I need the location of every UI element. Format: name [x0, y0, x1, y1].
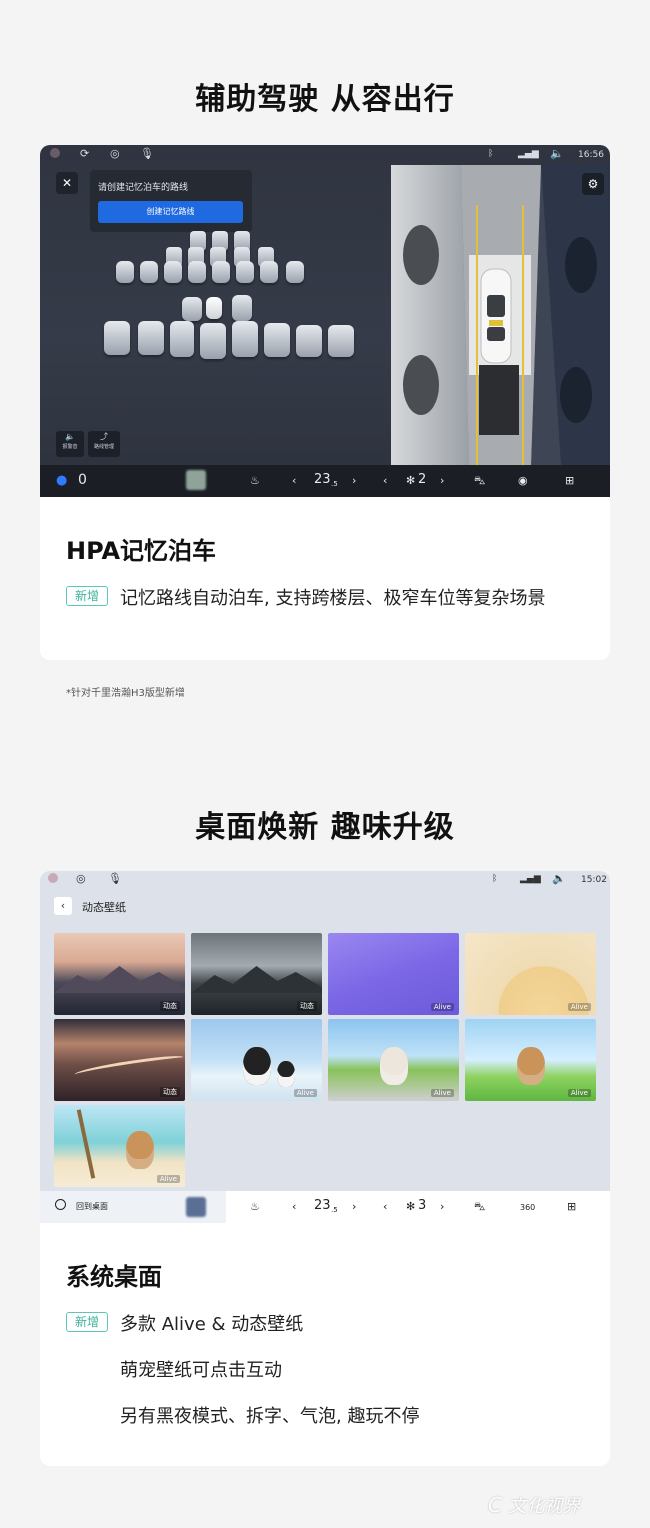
- home-circle-icon[interactable]: [55, 1199, 66, 1210]
- wallpaper-snow-mountain[interactable]: 动态: [191, 933, 322, 1015]
- temperature-value: 23: [314, 472, 331, 487]
- section-title-driving: 辅助驾驶 从容出行: [195, 82, 455, 117]
- temperature-decimal: .5: [331, 480, 338, 488]
- clock: 15:02: [581, 875, 607, 885]
- car-icon[interactable]: ⛍: [474, 1200, 485, 1214]
- volume-icon[interactable]: 🔈: [552, 872, 566, 886]
- wallpaper-type-label: Alive: [567, 1003, 591, 1011]
- fan-level: 2: [418, 472, 427, 487]
- footnote: *针对千里浩瀚H3版型新增: [66, 688, 185, 699]
- settings-icon[interactable]: ⚙: [582, 173, 604, 195]
- media-thumbnail[interactable]: [186, 470, 206, 490]
- view-360-icon[interactable]: 360: [520, 1201, 535, 1215]
- defrost-icon[interactable]: ♨: [250, 474, 260, 488]
- ego-car: [206, 297, 222, 319]
- signal-icon: ▂▄▆: [520, 874, 541, 884]
- card-description: 记忆路线自动泊车, 支持跨楼层、极窄车位等复杂场景: [120, 588, 546, 609]
- card-title: 系统桌面: [66, 1263, 162, 1291]
- fan-down-icon[interactable]: ‹: [383, 1200, 387, 1214]
- alarm-sound-button[interactable]: 🔈 报警音: [56, 431, 84, 457]
- card-description-line: 多款 Alive & 动态壁纸: [120, 1314, 304, 1335]
- wallpaper-owl[interactable]: Alive: [328, 1019, 459, 1101]
- card-title: HPA记忆泊车: [66, 537, 217, 565]
- bottom-dock: ● 0 ♨ ‹ 23 .5 › ‹ ✻ 2 › ⛍ ◉ ⊞: [40, 465, 610, 497]
- wallpaper-type-label: Alive: [430, 1003, 454, 1011]
- microphone-icon[interactable]: 🎙: [140, 147, 154, 161]
- watermark-c-logo: C: [488, 1493, 502, 1517]
- fan-level: 3: [418, 1198, 427, 1213]
- new-badge: 新增: [66, 586, 108, 606]
- parking-lot-illustration: [100, 225, 370, 365]
- hpa-screen: ⟳ ◎ 🎙 ᛒ ▂▄▆ 🔈 16:56 ✕ 请创建记忆泊车的路线 创建记忆路线 …: [40, 145, 610, 497]
- wallpaper-capybara-beach[interactable]: Alive: [54, 1105, 185, 1187]
- home-label[interactable]: 回到桌面: [76, 1200, 108, 1214]
- temp-down-icon[interactable]: ‹: [292, 1200, 296, 1214]
- location-pin-icon[interactable]: ●: [56, 474, 67, 488]
- wallpaper-type-label: Alive: [293, 1089, 317, 1097]
- wallpaper-type-label: 动态: [297, 1001, 317, 1011]
- defrost-icon[interactable]: ♨: [250, 1200, 260, 1214]
- volume-icon[interactable]: 🔈: [550, 147, 564, 161]
- wallpaper-penguins[interactable]: Alive: [191, 1019, 322, 1101]
- wallpaper-sand-dune[interactable]: Alive: [465, 933, 596, 1015]
- route-icon: ⤴: [100, 432, 108, 441]
- microphone-icon[interactable]: 🎙: [108, 872, 122, 886]
- bluetooth-icon: ᛒ: [488, 149, 494, 159]
- back-button[interactable]: ‹: [54, 897, 72, 915]
- wallpaper-type-label: 动态: [160, 1001, 180, 1011]
- speaker-icon: 🔈: [65, 432, 75, 441]
- close-button[interactable]: ✕: [56, 172, 78, 194]
- clock: 16:56: [578, 150, 604, 160]
- signal-icon: ▂▄▆: [518, 149, 539, 159]
- fan-icon: ✻: [406, 1200, 416, 1213]
- route-prompt-panel: 请创建记忆泊车的路线 创建记忆路线: [90, 170, 252, 232]
- route-manage-button[interactable]: ⤴ 路线管理: [88, 431, 120, 457]
- radio-icon[interactable]: ◎: [110, 147, 120, 161]
- temperature-decimal: .5: [331, 1206, 338, 1214]
- wallpaper-purple-abstract[interactable]: Alive: [328, 933, 459, 1015]
- desktop-screen: ◎ 🎙 ᛒ ▂▄▆ 🔈 15:02 ‹ 动态壁纸 动态 动态 Alive Alive 动…: [40, 871, 610, 1223]
- desktop-feature-card: 系统桌面 新增 多款 Alive & 动态壁纸 萌宠壁纸可点击互动 另有黑夜模式…: [40, 1223, 610, 1466]
- avatar[interactable]: [48, 873, 58, 883]
- card-description-line: 萌宠壁纸可点击互动: [120, 1360, 282, 1381]
- apps-grid-icon[interactable]: ⊞: [567, 1200, 576, 1214]
- wallpaper-dusk-mountains[interactable]: 动态: [54, 933, 185, 1015]
- car-icon[interactable]: ⛍: [474, 474, 485, 488]
- media-thumbnail[interactable]: [186, 1197, 206, 1217]
- apps-grid-icon[interactable]: ⊞: [565, 474, 574, 488]
- card-description-line: 另有黑夜模式、拆字、气泡, 趣玩不停: [120, 1406, 420, 1427]
- wallpaper-hamster-meadow[interactable]: Alive: [465, 1019, 596, 1101]
- status-bar: ◎ 🎙 ᛒ ▂▄▆ 🔈 15:02: [40, 871, 610, 891]
- wallpaper-type-label: Alive: [156, 1175, 180, 1183]
- page-title: 动态壁纸: [82, 901, 126, 914]
- surround-view-camera: ⚙: [391, 165, 610, 465]
- temp-up-icon[interactable]: ›: [352, 1200, 356, 1214]
- wallpaper-type-label: Alive: [430, 1089, 454, 1097]
- prompt-text: 请创建记忆泊车的路线: [98, 183, 189, 193]
- fan-up-icon[interactable]: ›: [440, 474, 444, 488]
- wallpaper-desert-road[interactable]: 动态: [54, 1019, 185, 1101]
- hpa-feature-card: HPA记忆泊车 新增 记忆路线自动泊车, 支持跨楼层、极窄车位等复杂场景: [40, 497, 610, 660]
- refresh-icon[interactable]: ⟳: [80, 147, 89, 161]
- temp-up-icon[interactable]: ›: [352, 474, 356, 488]
- create-route-button[interactable]: 创建记忆路线: [98, 201, 243, 223]
- temp-down-icon[interactable]: ‹: [292, 474, 296, 488]
- bluetooth-icon: ᛒ: [492, 874, 498, 884]
- radio-icon[interactable]: ◎: [76, 872, 86, 886]
- status-bar: ⟳ ◎ 🎙 ᛒ ▂▄▆ 🔈 16:56: [40, 145, 610, 165]
- watermark: C 文化视界: [488, 1493, 581, 1517]
- section-title-desktop: 桌面焕新 趣味升级: [195, 810, 455, 845]
- wallpaper-type-label: 动态: [160, 1087, 180, 1097]
- new-badge: 新增: [66, 1312, 108, 1332]
- fan-icon: ✻: [406, 474, 416, 487]
- speed-value: 0: [78, 472, 87, 488]
- fan-up-icon[interactable]: ›: [440, 1200, 444, 1214]
- fan-down-icon[interactable]: ‹: [383, 474, 387, 488]
- temperature-value: 23: [314, 1198, 331, 1213]
- wallpaper-type-label: Alive: [567, 1089, 591, 1097]
- play-circle-icon[interactable]: ◉: [518, 474, 528, 488]
- bottom-dock: 回到桌面 ♨ ‹ 23 .5 › ‹ ✻ 3 › ⛍ 360 ⊞: [40, 1191, 610, 1223]
- avatar[interactable]: [50, 148, 60, 158]
